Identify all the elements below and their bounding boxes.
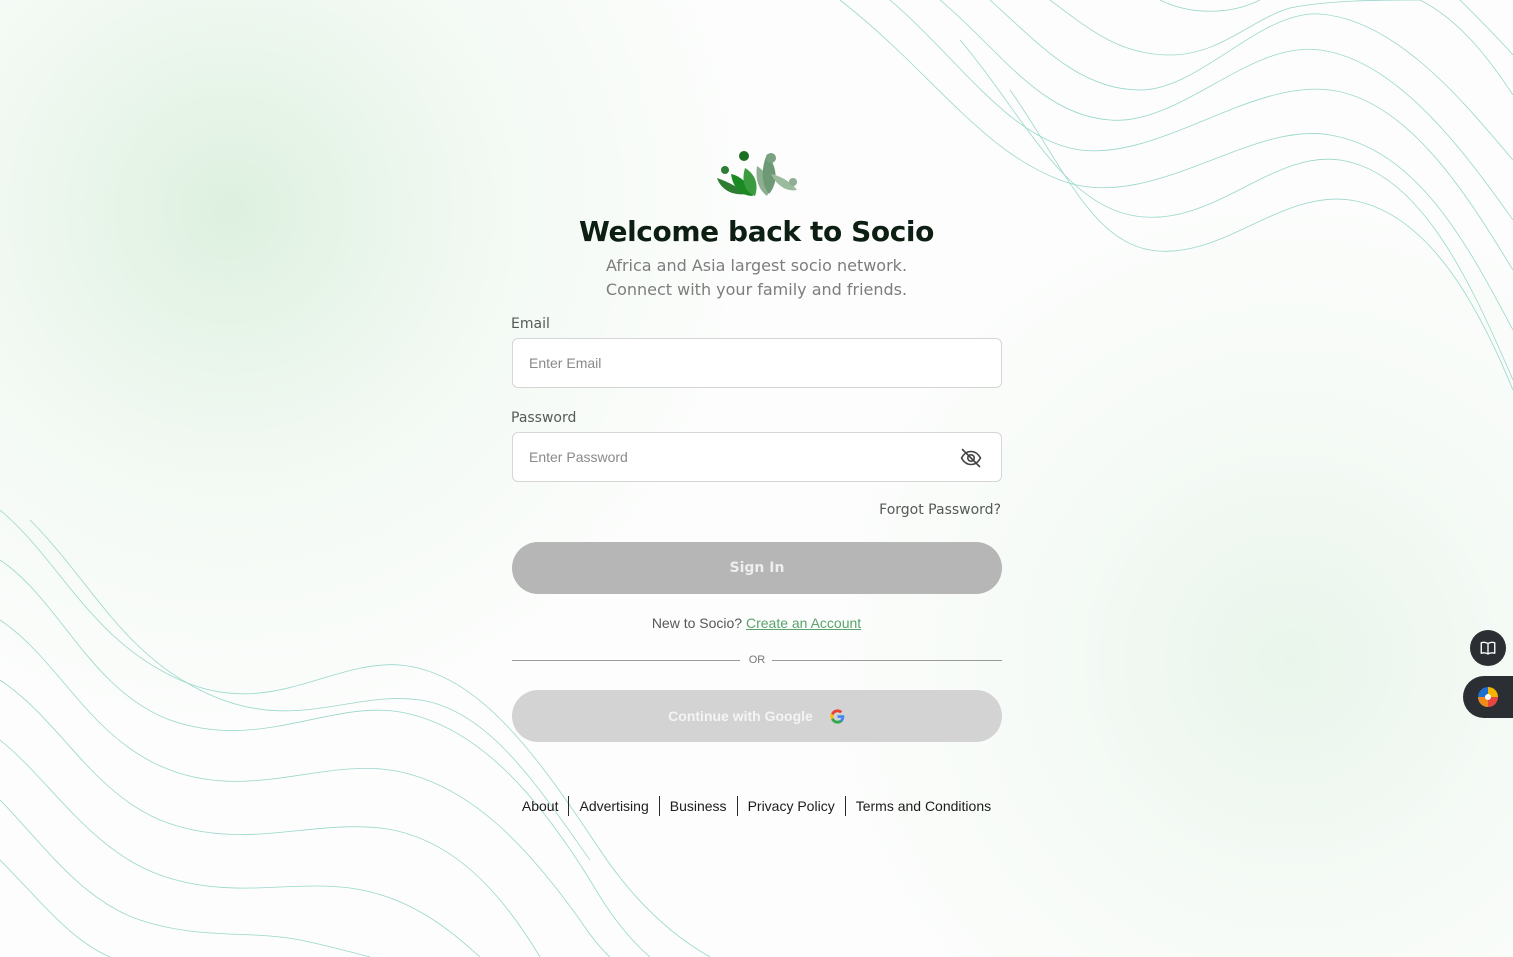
email-field-wrapper	[512, 338, 1002, 388]
browser-extension-button[interactable]	[1463, 676, 1513, 718]
google-button-label: Continue with Google	[668, 708, 813, 724]
subtitle-line: Africa and Asia largest socio network.	[605, 256, 908, 275]
footer-link-business[interactable]: Business	[660, 798, 737, 814]
password-field-wrapper	[512, 432, 1002, 482]
or-divider: OR	[512, 652, 1002, 670]
color-wheel-extension-icon	[1478, 687, 1498, 707]
footer-links: About Advertising Business Privacy Polic…	[511, 796, 1002, 816]
footer-link-terms[interactable]: Terms and Conditions	[846, 798, 1001, 814]
sign-in-button[interactable]: Sign In	[512, 542, 1002, 594]
divider-line-right	[772, 660, 1002, 661]
create-account-prompt: New to Socio? Create an Account	[511, 615, 1002, 631]
new-to-socio-text: New to Socio?	[651, 615, 743, 631]
footer-link-privacy-policy[interactable]: Privacy Policy	[738, 798, 845, 814]
footer-link-advertising[interactable]: Advertising	[569, 798, 658, 814]
create-account-link[interactable]: Create an Account	[746, 615, 861, 631]
forgot-password-link[interactable]: Forgot Password?	[879, 502, 1001, 518]
open-book-icon	[1480, 641, 1496, 655]
eye-off-icon[interactable]	[959, 446, 983, 470]
email-label: Email	[511, 316, 550, 332]
continue-with-google-button[interactable]: Continue with Google	[512, 690, 1002, 742]
page-subtitle: Africa and Asia largest socio network. C…	[511, 254, 1002, 302]
subtitle-line: Connect with your family and friends.	[605, 280, 908, 299]
password-field[interactable]	[513, 433, 1001, 481]
footer-link-about[interactable]: About	[512, 798, 569, 814]
socio-logo-icon	[717, 151, 797, 196]
google-g-icon	[830, 708, 845, 724]
reader-mode-button[interactable]	[1470, 630, 1506, 666]
password-label: Password	[511, 410, 577, 426]
email-field[interactable]	[513, 339, 1001, 387]
page-title: Welcome back to Socio	[579, 215, 934, 248]
